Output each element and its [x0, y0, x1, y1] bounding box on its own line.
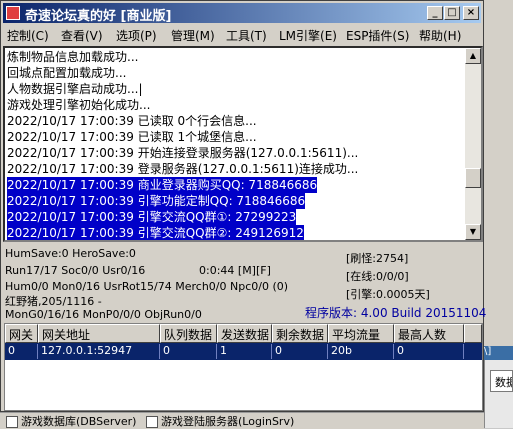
col-gateway-address[interactable]: 网关地址 [38, 324, 160, 343]
scroll-up-icon[interactable]: ▲ [465, 48, 481, 64]
scroll-thumb[interactable] [465, 168, 481, 188]
col-filler [464, 324, 482, 343]
log-line: 2022/10/17 17:00:39 登录服务器(127.0.0.1:5611… [7, 162, 359, 176]
status-online: [在线:0/0/0] [346, 270, 409, 283]
menu-options[interactable]: 选项(P) [116, 27, 157, 44]
log-line: 回城点配置加载成功... [7, 66, 127, 80]
dbserver-label: 游戏数据库(DBServer) [21, 415, 137, 428]
cell-gateway-address: 127.0.0.1:52947 [38, 344, 160, 359]
loginsrv-label: 游戏登陆服务器(LoginSrv) [160, 415, 295, 428]
title-bar[interactable]: 奇速论坛真的好 [商业版] _ □ × [3, 3, 481, 24]
status-time: 0:0:44 [M][F] [199, 264, 271, 277]
maximize-button[interactable]: □ [444, 6, 460, 20]
log-line: 游戏处理引擎初始化成功... [7, 98, 151, 112]
main-window: 奇速论坛真的好 [商业版] _ □ × 控制(C) 查看(V) 选项(P) 管理… [0, 0, 487, 412]
log-line: 2022/10/17 17:00:39 开始连接登录服务器(127.0.0.1:… [7, 146, 359, 160]
log-line: 2022/10/17 17:00:39 商业登录器购买QQ: 718846686 [7, 177, 318, 193]
menu-tools[interactable]: 工具(T) [226, 27, 267, 44]
col-avg-traffic[interactable]: 平均流量 [328, 324, 394, 343]
cell-avg-traffic: 20b [328, 344, 394, 359]
cell-queue-data: 0 [160, 344, 217, 359]
log-line: 炼制物品信息加载成功... [7, 50, 139, 64]
app-icon [6, 6, 20, 20]
menu-lm-engine[interactable]: LM引擎(E) [279, 27, 337, 44]
program-version: 程序版本: 4.00 Build 20151104 [305, 306, 487, 320]
log-scrollbar[interactable]: ▲ ▼ [465, 48, 481, 240]
menu-help[interactable]: 帮助(H) [419, 27, 461, 44]
cell-gateway: 0 [5, 344, 38, 359]
col-send-data[interactable]: 发送数据 [217, 324, 272, 343]
gateway-table[interactable]: 网关 网关地址 队列数据 发送数据 剩余数据 平均流量 最高人数 0 127.0… [4, 323, 483, 411]
status-refresh-monster: [刷怪:2754] [346, 252, 409, 265]
status-run: Run17/17 Soc0/0 Usr0/16 [5, 264, 146, 277]
menu-manage[interactable]: 管理(M) [171, 27, 215, 44]
background-data-button[interactable]: 数据 [490, 370, 513, 392]
cell-max-users: 0 [394, 344, 464, 359]
col-remaining-data[interactable]: 剩余数据 [272, 324, 328, 343]
log-line: 2022/10/17 17:00:39 已读取 0个行会信息... [7, 114, 257, 128]
log-line: 2022/10/17 17:00:39 引擎功能定制QQ: 718846686 [7, 193, 306, 209]
menu-bar: 控制(C) 查看(V) 选项(P) 管理(M) 工具(T) LM引擎(E) ES… [3, 25, 481, 44]
background-checkbox-row: 游戏数据库(DBServer) 游戏登陆服务器(LoginSrv) [0, 412, 484, 429]
status-mongen: MonG0/16/16 MonP0/0/0 ObjRun0/0 [5, 308, 202, 321]
minimize-button[interactable]: _ [427, 6, 443, 20]
cell-remaining-data: 0 [272, 344, 328, 359]
menu-esp-plugin[interactable]: ESP插件(S) [346, 27, 409, 44]
log-box[interactable]: 炼制物品信息加载成功... 回城点配置加载成功... 人物数据引擎启动成功...… [3, 46, 483, 242]
loginsrv-checkbox[interactable] [145, 416, 158, 428]
col-gateway[interactable]: 网关 [5, 324, 38, 343]
menu-view[interactable]: 查看(V) [61, 27, 103, 44]
log-line: 2022/10/17 17:00:39 引擎交流QQ群②: 249126912 [7, 225, 304, 240]
log-line: 2022/10/17 17:00:39 引擎交流QQ群①: 27299223 [7, 209, 297, 225]
background-window-title: \] [484, 346, 513, 360]
col-queue-data[interactable]: 队列数据 [160, 324, 217, 343]
status-monster: 红野猪,205/1116 - [5, 295, 102, 308]
menu-control[interactable]: 控制(C) [7, 27, 49, 44]
status-save: HumSave:0 HeroSave:0 [5, 247, 136, 260]
log-line: 人物数据引擎启动成功...| [7, 82, 143, 96]
window-title: 奇速论坛真的好 [商业版] [25, 9, 172, 24]
status-engine: [引擎:0.0005天] [346, 288, 430, 301]
dbserver-checkbox[interactable] [6, 416, 18, 428]
log-line: 2022/10/17 17:00:39 已读取 1个城堡信息... [7, 130, 257, 144]
close-button[interactable]: × [463, 6, 479, 20]
cell-send-data: 1 [217, 344, 272, 359]
col-max-users[interactable]: 最高人数 [394, 324, 464, 343]
status-hum: Hum0/0 Mon0/16 UsrRot15/74 Merch0/0 Npc0… [5, 280, 289, 293]
scroll-down-icon[interactable]: ▼ [465, 224, 481, 240]
